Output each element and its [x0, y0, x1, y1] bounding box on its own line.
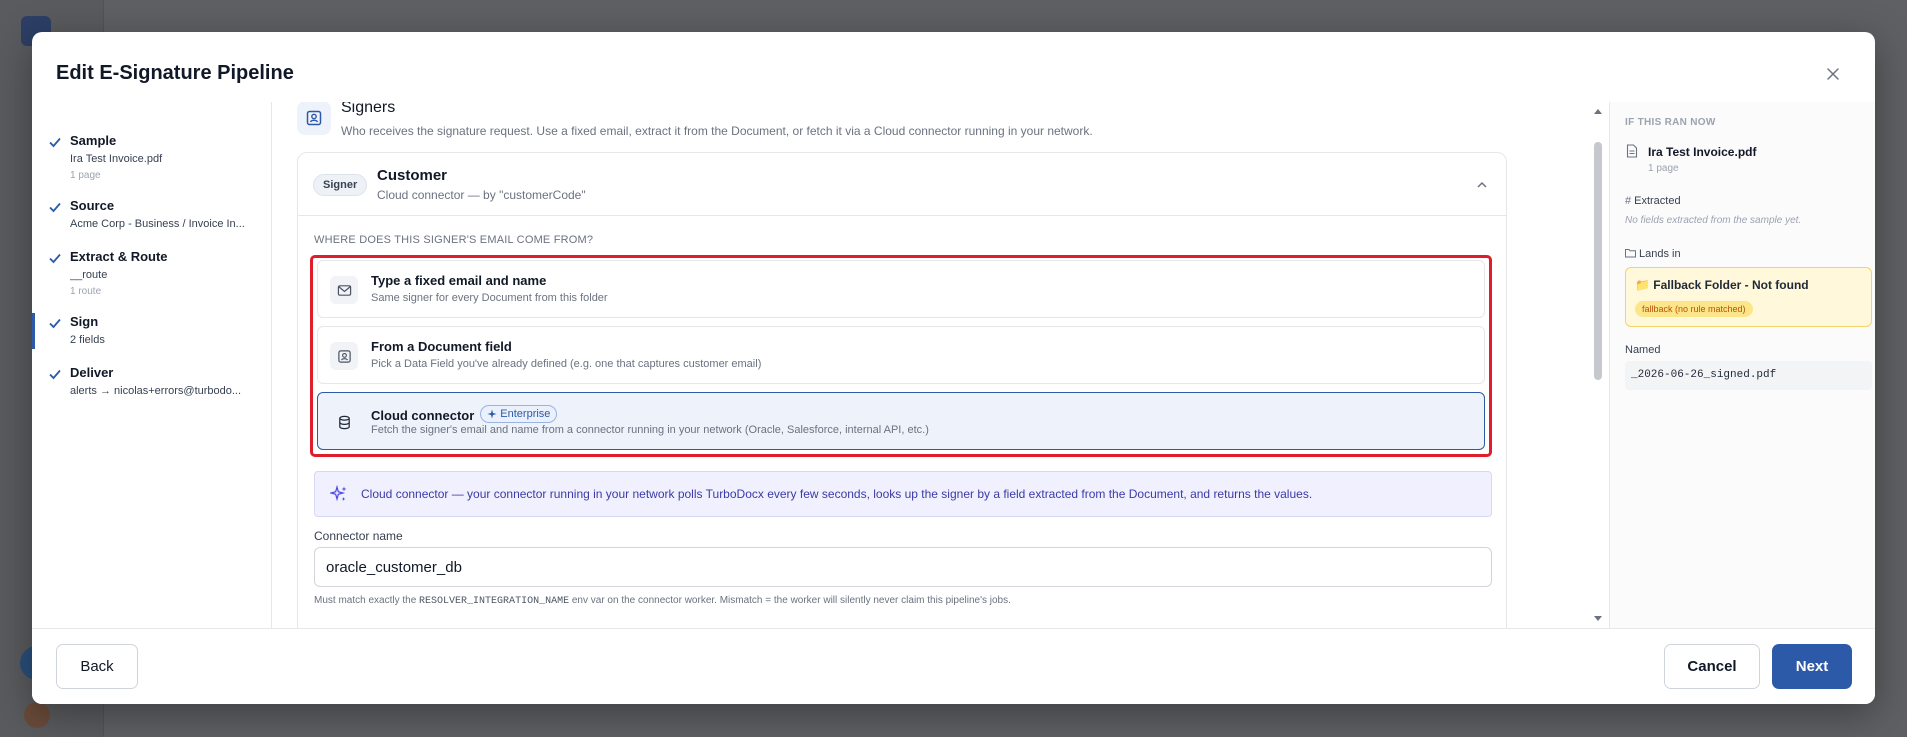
output-filename: _2026-06-26_signed.pdf: [1625, 361, 1872, 390]
signer-card-header[interactable]: Signer Customer Cloud connector — by "cu…: [298, 153, 1506, 216]
email-source-question: WHERE DOES THIS SIGNER'S EMAIL COME FROM…: [314, 234, 594, 246]
option-title: From a Document field: [371, 339, 512, 354]
close-icon: [1827, 68, 1839, 80]
step-title: Deliver: [70, 365, 114, 380]
scroll-up-arrow[interactable]: [1594, 109, 1602, 114]
steps-nav: Sample Ira Test Invoice.pdf 1 page Sourc…: [32, 102, 272, 628]
modal-footer: Back Cancel Next: [32, 628, 1875, 704]
signers-section-icon: [297, 102, 331, 135]
option-cloud-connector[interactable]: Cloud connector Enterprise Fetch the sign…: [317, 392, 1485, 450]
lands-in-label-text: Lands in: [1639, 248, 1681, 260]
check-icon: [49, 137, 61, 148]
step-meta: 1 page: [70, 170, 101, 181]
check-icon: [49, 318, 61, 329]
lands-in-label: Lands in: [1625, 248, 1681, 260]
option-title: Cloud connector Enterprise: [371, 405, 558, 423]
sparkle-icon: [487, 409, 497, 419]
step-sign[interactable]: Sign 2 fields: [32, 313, 271, 349]
step-title: Sign: [70, 314, 99, 329]
step-subtitle: alerts → nicolas+errors@turbodo...: [70, 385, 242, 397]
step-title: Source: [70, 198, 115, 213]
option-description: Fetch the signer's email and name from a…: [371, 424, 929, 436]
folder-icon: [1625, 249, 1636, 258]
next-button[interactable]: Next: [1772, 644, 1852, 689]
info-text: Cloud connector — your connector running…: [361, 487, 1313, 501]
step-subtitle: 2 fields: [70, 334, 105, 346]
close-button[interactable]: [1821, 62, 1845, 86]
chevron-up-icon[interactable]: [1474, 177, 1490, 193]
edit-pipeline-modal: Edit E-Signature Pipeline Sample Ira Tes…: [32, 32, 1875, 704]
option-icon: [330, 276, 358, 304]
fallback-badge: fallback (no rule matched): [1635, 301, 1753, 317]
signer-badge: Signer: [313, 174, 368, 196]
cloud-connector-info: Cloud connector — your connector running…: [314, 471, 1492, 517]
option-icon: [330, 408, 358, 436]
destination-folder-card: 📁 Fallback Folder - Not found fallback (…: [1625, 267, 1872, 327]
database-icon: [338, 415, 350, 429]
person-badge-icon: [306, 110, 322, 126]
connector-name-label: Connector name: [314, 529, 403, 543]
check-icon: [49, 253, 61, 264]
back-button[interactable]: Back: [56, 644, 138, 689]
option-description: Same signer for every Document from this…: [371, 292, 608, 304]
option-document-field[interactable]: From a Document field Pick a Data Field …: [317, 326, 1485, 384]
option-fixed-email[interactable]: Type a fixed email and name Same signer …: [317, 260, 1485, 318]
person-badge-icon: [337, 349, 351, 363]
step-deliver[interactable]: Deliver alerts → nicolas+errors@turbodo.…: [32, 364, 271, 400]
main-content: Signers Who receives the signature reque…: [272, 102, 1587, 628]
check-icon: [49, 369, 61, 380]
preview-panel: IF THIS RAN NOW Ira Test Invoice.pdf 1 p…: [1609, 102, 1875, 628]
step-subtitle: __route: [70, 269, 108, 281]
file-icon: [1626, 144, 1638, 158]
scroll-down-arrow[interactable]: [1594, 616, 1602, 621]
mail-icon: [337, 284, 351, 296]
folder-name: 📁 Fallback Folder - Not found: [1635, 278, 1809, 292]
preview-file-name: Ira Test Invoice.pdf: [1648, 145, 1757, 159]
help-text-post: env var on the connector worker. Mismatc…: [569, 595, 1011, 606]
signer-card: Signer Customer Cloud connector — by "cu…: [297, 152, 1507, 628]
scrollbar-thumb[interactable]: [1594, 142, 1602, 380]
step-extract-route[interactable]: Extract & Route __route 1 route: [32, 248, 271, 300]
option-title-text: Cloud connector: [371, 408, 475, 423]
option-icon: [330, 342, 358, 370]
user-avatar: [24, 702, 50, 728]
section-title: Signers: [341, 102, 396, 116]
help-text-pre: Must match exactly the: [314, 595, 420, 606]
extracted-label-text: Extracted: [1634, 195, 1681, 207]
named-label: Named: [1625, 344, 1661, 356]
enterprise-badge-label: Enterprise: [500, 408, 551, 420]
hash-icon: #: [1625, 195, 1632, 207]
step-meta: 1 route: [70, 286, 102, 297]
modal-header: Edit E-Signature Pipeline: [32, 32, 1875, 102]
step-subtitle: Ira Test Invoice.pdf: [70, 153, 163, 165]
modal-title: Edit E-Signature Pipeline: [56, 62, 294, 84]
check-icon: [49, 202, 61, 213]
option-description: Pick a Data Field you've already defined…: [371, 358, 762, 370]
section-description: Who receives the signature request. Use …: [341, 124, 1093, 138]
extracted-empty-state: No fields extracted from the sample yet.: [1625, 215, 1802, 226]
preview-file-pages: 1 page: [1648, 163, 1679, 174]
signer-name: Customer: [377, 167, 448, 184]
step-title: Extract & Route: [70, 249, 168, 264]
step-sample[interactable]: Sample Ira Test Invoice.pdf 1 page: [32, 132, 271, 184]
step-title: Sample: [70, 133, 117, 148]
email-source-options: Type a fixed email and name Same signer …: [310, 255, 1492, 457]
signer-description: Cloud connector — by "customerCode": [377, 188, 586, 202]
main-scrollbar[interactable]: [1587, 102, 1609, 628]
connector-name-help: Must match exactly the RESOLVER_INTEGRAT…: [314, 595, 1011, 607]
cancel-button[interactable]: Cancel: [1664, 644, 1760, 689]
sparkles-icon: [330, 485, 347, 502]
env-var-code: RESOLVER_INTEGRATION_NAME: [419, 596, 570, 607]
preview-heading: IF THIS RAN NOW: [1625, 117, 1716, 128]
enterprise-badge: Enterprise: [480, 405, 558, 423]
option-title: Type a fixed email and name: [371, 273, 547, 288]
step-subtitle: Acme Corp - Business / Invoice In...: [70, 218, 245, 230]
connector-name-input[interactable]: [314, 547, 1492, 587]
step-source[interactable]: Source Acme Corp - Business / Invoice In…: [32, 197, 271, 233]
extracted-label: # Extracted: [1625, 195, 1681, 207]
